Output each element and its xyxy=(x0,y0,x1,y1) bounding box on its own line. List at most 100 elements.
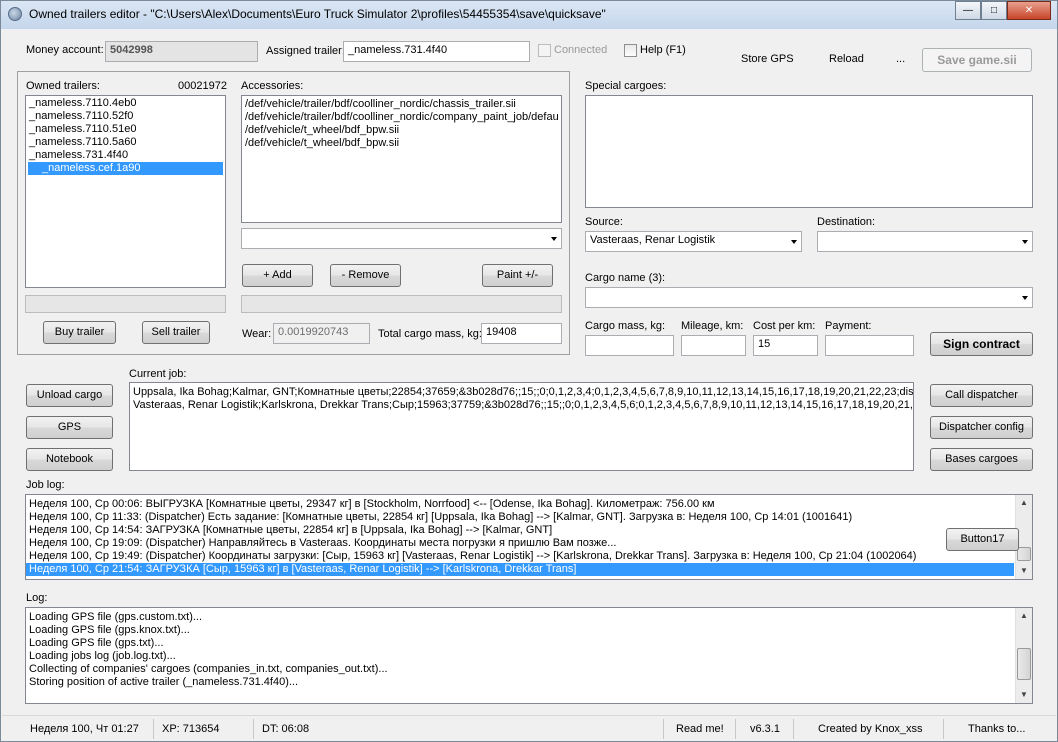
trailer-progress-bar xyxy=(25,295,226,313)
scroll-thumb[interactable] xyxy=(1017,547,1031,561)
cost-per-km-field[interactable]: 15 xyxy=(753,335,818,356)
owned-trailers-list[interactable]: _nameless.7110.4eb0 _nameless.7110.52f0 _n… xyxy=(25,95,226,288)
thanks-link[interactable]: Thanks to... xyxy=(944,719,1052,739)
payment-label: Payment: xyxy=(825,320,872,332)
accessory-list-item[interactable]: /def/vehicle/t_wheel/bdf_bpw.sii xyxy=(242,137,561,150)
accessory-list-item[interactable]: /def/vehicle/t_wheel/bdf_bpw.sii xyxy=(242,124,561,137)
connected-checkbox[interactable] xyxy=(538,44,551,57)
trailer-list-item[interactable]: _nameless.731.4f40 xyxy=(26,149,225,162)
help-checkbox[interactable] xyxy=(624,44,637,57)
mileage-field[interactable] xyxy=(681,335,746,356)
group-border-divider xyxy=(569,71,570,355)
accessories-list[interactable]: /def/vehicle/trailer/bdf/coolliner_nordi… xyxy=(241,95,562,223)
job-log-entry[interactable]: Неделя 100, Ср 00:06: ВЫГРУЗКА [Комнатны… xyxy=(26,498,1014,511)
accessories-label: Accessories: xyxy=(241,80,304,92)
cost-per-km-label: Cost per km: xyxy=(753,320,816,332)
created-by-link[interactable]: Created by Knox_xss xyxy=(794,719,944,739)
current-job-line: Vasteraas, Renar Logistik;Karlskrona, Dr… xyxy=(133,399,914,411)
status-bar: Неделя 100, Чт 01:27 XP: 713654 DT: 06:0… xyxy=(2,715,1056,741)
log-line: Loading GPS file (gps.knox.txt)... xyxy=(29,624,190,636)
log-line: Storing position of active trailer (_nam… xyxy=(29,676,299,688)
unload-cargo-button[interactable]: Unload cargo xyxy=(26,384,113,407)
job-log-entry[interactable]: Неделя 100, Ср 14:54: ЗАГРУЗКА [Комнатны… xyxy=(26,524,1014,537)
close-button[interactable]: ✕ xyxy=(1007,1,1051,20)
job-log-list[interactable]: Неделя 100, Ср 00:06: ВЫГРУЗКА [Комнатны… xyxy=(25,494,1033,580)
notebook-button[interactable]: Notebook xyxy=(26,448,113,471)
status-version: v6.3.1 xyxy=(736,719,794,739)
paint-button[interactable]: Paint +/- xyxy=(482,264,553,287)
log-line: Loading GPS file (gps.txt)... xyxy=(29,637,164,649)
scroll-up-icon[interactable]: ▲ xyxy=(1016,608,1032,624)
chevron-down-icon xyxy=(1022,240,1028,244)
group-border-top xyxy=(17,71,569,72)
scroll-up-icon[interactable]: ▲ xyxy=(1016,495,1032,511)
status-game-time: Неделя 100, Чт 01:27 xyxy=(22,719,154,739)
chevron-down-icon xyxy=(1022,296,1028,300)
save-game-button[interactable]: Save game.sii xyxy=(922,48,1032,72)
trailer-list-item[interactable]: _nameless.7110.51e0 xyxy=(26,123,225,136)
reload-button[interactable]: Reload xyxy=(829,53,864,65)
trailer-list-item[interactable]: _nameless.cef.1a90 xyxy=(28,162,223,175)
call-dispatcher-button[interactable]: Call dispatcher xyxy=(930,384,1033,407)
window-title: Owned trailers editor - "C:\Users\Alex\D… xyxy=(29,7,606,21)
money-field[interactable]: 5042998 xyxy=(105,41,258,62)
app-gear-icon xyxy=(8,7,22,21)
job-log-entry[interactable]: Неделя 100, Ср 21:54: ЗАГРУЗКА [Сыр, 159… xyxy=(26,563,1014,576)
maximize-button[interactable]: □ xyxy=(981,1,1007,20)
job-log-label: Job log: xyxy=(26,479,65,491)
assigned-trailer-field[interactable]: _nameless.731.4f40 xyxy=(343,41,530,62)
job-log-entry[interactable]: Неделя 100, Ср 11:33: (Dispatcher) Есть … xyxy=(26,511,1014,524)
app-window: Owned trailers editor - "C:\Users\Alex\D… xyxy=(0,0,1058,742)
source-value: Vasteraas, Renar Logistik xyxy=(590,234,716,246)
trailer-list-item[interactable]: _nameless.7110.5a60 xyxy=(26,136,225,149)
minimize-button[interactable]: — xyxy=(955,1,981,20)
connected-label: Connected xyxy=(554,44,608,56)
accessory-select[interactable] xyxy=(241,228,562,249)
log-label: Log: xyxy=(26,592,48,604)
log-textarea[interactable]: Loading GPS file (gps.custom.txt)... Load… xyxy=(25,607,1033,704)
current-job-textarea[interactable]: Uppsala, Ika Bohag;Kalmar, GNT;Комнатные… xyxy=(129,382,914,471)
trailer-list-item[interactable]: _nameless.7110.52f0 xyxy=(26,110,225,123)
scroll-down-icon[interactable]: ▼ xyxy=(1016,563,1032,579)
special-cargoes-label: Special cargoes: xyxy=(585,80,667,92)
current-job-label: Current job: xyxy=(129,368,187,380)
sign-contract-button[interactable]: Sign contract xyxy=(930,332,1033,356)
log-scrollbar[interactable]: ▲ ▼ xyxy=(1015,608,1032,703)
button17[interactable]: Button17 xyxy=(946,528,1019,551)
scroll-down-icon[interactable]: ▼ xyxy=(1016,687,1032,703)
accessory-progress-bar xyxy=(241,295,562,313)
cargo-mass-field[interactable] xyxy=(585,335,674,356)
help-label: Help (F1) xyxy=(640,44,686,56)
money-label: Money account: xyxy=(26,44,104,56)
source-label: Source: xyxy=(585,216,623,228)
gps-button[interactable]: GPS xyxy=(26,416,113,439)
store-gps-button[interactable]: Store GPS xyxy=(741,53,794,65)
group-border-left xyxy=(17,71,18,355)
job-log-entry[interactable]: Неделя 100, Ср 19:49: (Dispatcher) Коорд… xyxy=(26,550,1014,563)
source-select[interactable]: Vasteraas, Renar Logistik xyxy=(585,231,802,252)
destination-label: Destination: xyxy=(817,216,876,228)
total-cargo-mass-label: Total cargo mass, kg: xyxy=(378,328,482,340)
status-xp: XP: 713654 xyxy=(154,719,254,739)
total-cargo-mass-field[interactable]: 19408 xyxy=(481,323,562,344)
accessory-list-item[interactable]: /def/vehicle/trailer/bdf/coolliner_nordi… xyxy=(242,111,561,124)
destination-select[interactable] xyxy=(817,231,1033,252)
mileage-label: Mileage, km: xyxy=(681,320,744,332)
job-log-entry[interactable]: Неделя 100, Ср 19:09: (Dispatcher) Напра… xyxy=(26,537,1014,550)
sell-trailer-button[interactable]: Sell trailer xyxy=(142,321,210,344)
dispatcher-config-button[interactable]: Dispatcher config xyxy=(930,416,1033,439)
scroll-thumb[interactable] xyxy=(1017,648,1031,680)
wear-field[interactable]: 0.0019920743 xyxy=(273,323,370,344)
add-accessory-button[interactable]: + Add xyxy=(242,264,313,287)
chevron-down-icon xyxy=(791,240,797,244)
cargo-name-select[interactable] xyxy=(585,287,1033,308)
special-cargoes-list[interactable] xyxy=(585,95,1033,208)
buy-trailer-button[interactable]: Buy trailer xyxy=(43,321,116,344)
bases-cargoes-button[interactable]: Bases cargoes xyxy=(930,448,1033,471)
payment-field[interactable] xyxy=(825,335,914,356)
accessory-list-item[interactable]: /def/vehicle/trailer/bdf/coolliner_nordi… xyxy=(242,98,561,111)
trailer-list-item[interactable]: _nameless.7110.4eb0 xyxy=(26,97,225,110)
remove-accessory-button[interactable]: - Remove xyxy=(330,264,401,287)
readme-link[interactable]: Read me! xyxy=(666,719,736,739)
more-button[interactable]: ... xyxy=(896,53,905,65)
